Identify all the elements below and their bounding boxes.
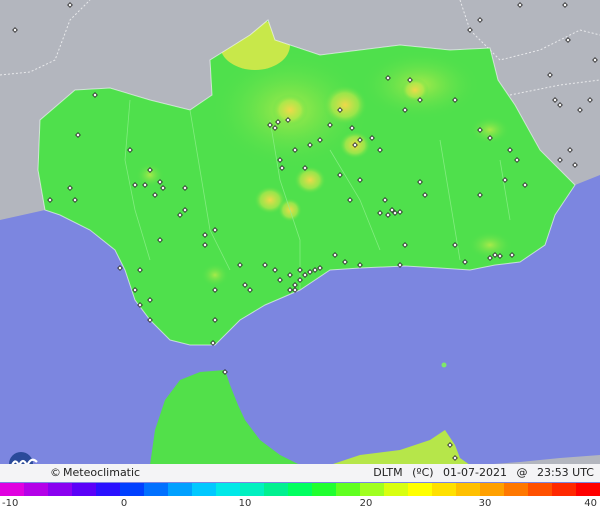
colorbar-segment xyxy=(144,483,169,497)
colorbar-segment xyxy=(312,483,337,497)
colorbar-segment xyxy=(168,483,193,497)
map-info: DLTM (ºC) 01-07-2021 @ 23:53 UTC xyxy=(373,466,594,479)
colorbar-tick: 40 xyxy=(584,498,597,509)
colorbar-segment xyxy=(240,483,265,497)
time-label: 23:53 UTC xyxy=(536,466,594,479)
colorbar-segment xyxy=(120,483,145,497)
colorbar-segment xyxy=(552,483,577,497)
colorbar-segment xyxy=(384,483,409,497)
island-alboran xyxy=(441,362,447,368)
colorbar-segment xyxy=(0,483,25,497)
colorbar-segment xyxy=(192,483,217,497)
colorbar-segment xyxy=(504,483,529,497)
colorbar-segment xyxy=(480,483,505,497)
colorbar-segment xyxy=(288,483,313,497)
at-separator: @ xyxy=(516,466,528,479)
colorbar-tick: 30 xyxy=(478,498,492,509)
variable-label: DLTM xyxy=(373,466,403,479)
colorbar-ticks: -10 0 10 20 30 40 xyxy=(0,496,600,517)
colorbar-segment xyxy=(264,483,289,497)
colorbar-segment xyxy=(456,483,481,497)
copyright-symbol: © xyxy=(50,466,61,479)
colorbar-tick: 10 xyxy=(238,498,252,509)
colorbar-segment xyxy=(96,483,121,497)
temperature-colorbar xyxy=(0,482,600,497)
colorbar-segment xyxy=(216,483,241,497)
colorbar-tick: 20 xyxy=(359,498,373,509)
brand-name: Meteoclimatic xyxy=(63,466,141,479)
colorbar-segment xyxy=(360,483,385,497)
brand-label[interactable]: © Meteoclimatic xyxy=(50,466,140,479)
colorbar-tick: -10 xyxy=(2,498,19,509)
colorbar-segment xyxy=(336,483,361,497)
colorbar-segment xyxy=(576,483,600,497)
map-footer: © Meteoclimatic DLTM (ºC) 01-07-2021 @ 23… xyxy=(0,464,600,482)
colorbar-segment xyxy=(48,483,73,497)
unit-label: (ºC) xyxy=(412,466,434,479)
date-label: 01-07-2021 xyxy=(443,466,507,479)
colorbar-segment xyxy=(408,483,433,497)
colorbar-segment xyxy=(72,483,97,497)
colorbar-segment xyxy=(24,483,49,497)
colorbar-segment xyxy=(528,483,553,497)
colorbar-tick: 0 xyxy=(120,498,128,509)
colorbar-segment xyxy=(432,483,457,497)
temperature-map[interactable] xyxy=(0,0,600,517)
